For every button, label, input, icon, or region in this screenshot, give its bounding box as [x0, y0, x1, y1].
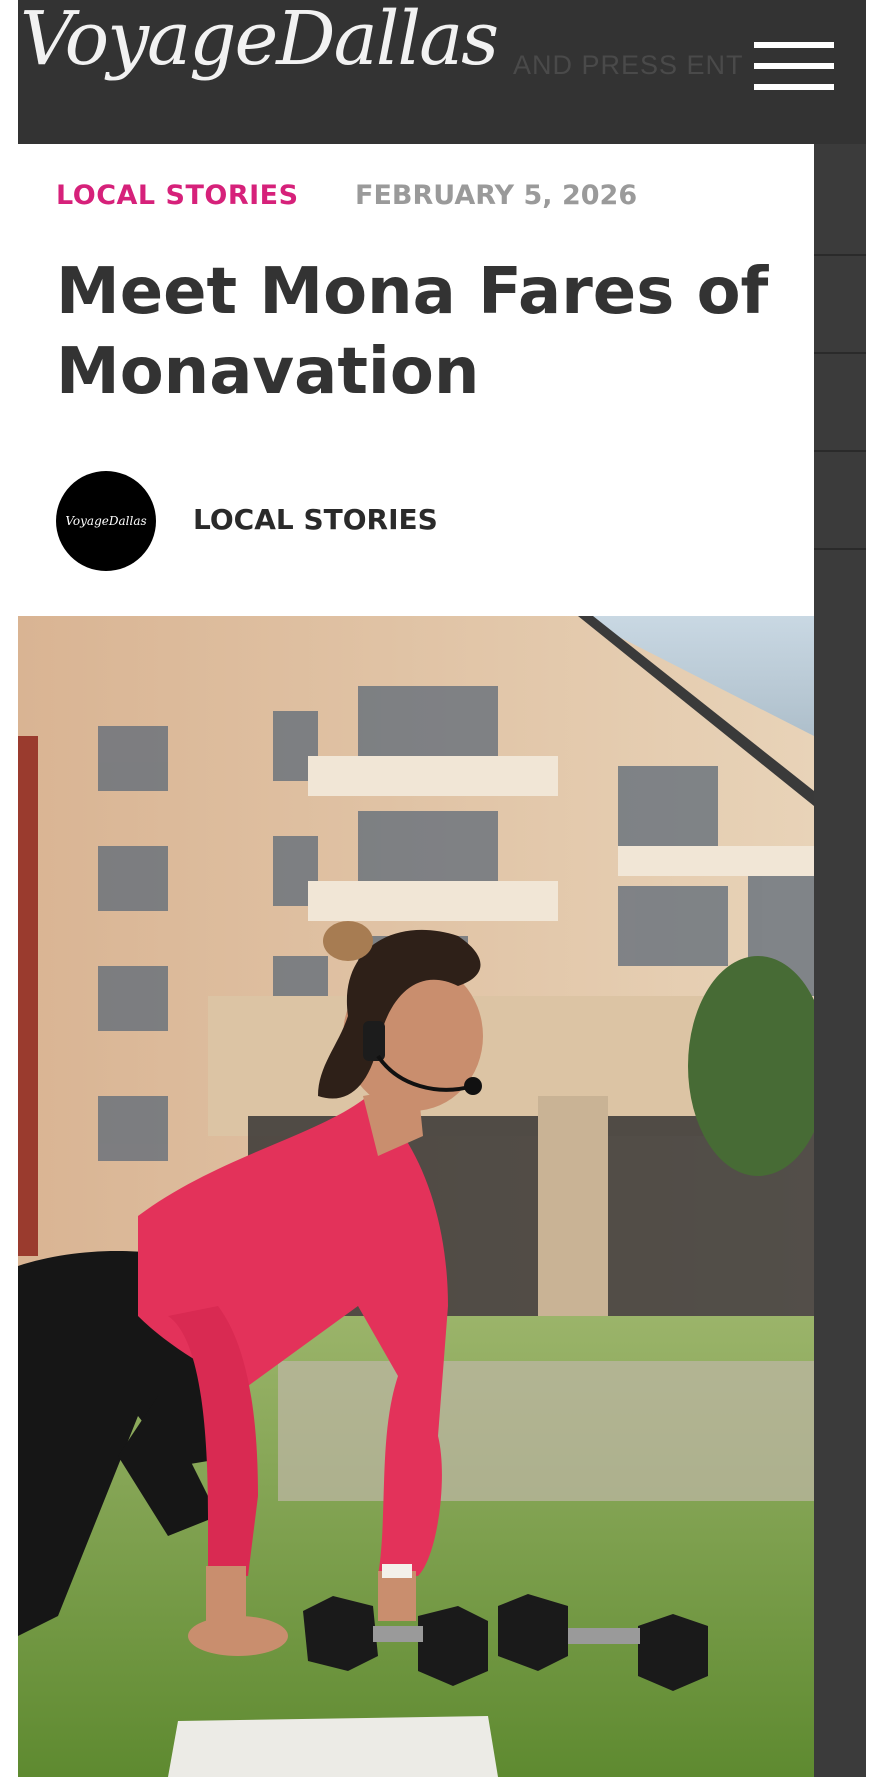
sidebar-divider: [814, 450, 866, 452]
menu-bar: [754, 63, 834, 69]
menu-bar: [754, 84, 834, 90]
header-ticker-text: AND PRESS ENT: [513, 50, 744, 80]
sidebar-divider: [814, 254, 866, 256]
site-header: VoyageDallas AND PRESS ENT: [18, 0, 866, 144]
hamburger-menu-icon[interactable]: [754, 42, 834, 96]
article-date: FEBRUARY 5, 2026: [355, 180, 638, 211]
author-category-link[interactable]: LOCAL STORIES: [193, 503, 438, 536]
article-hero-image: [18, 616, 814, 1777]
site-logo[interactable]: VoyageDallas: [20, 0, 499, 82]
author-avatar-logo: VoyageDallas: [65, 514, 147, 528]
author-avatar[interactable]: VoyageDallas: [56, 471, 156, 571]
hero-photo-illustration: [18, 616, 814, 1777]
right-sidebar-strip: [814, 144, 866, 1777]
article-header-card: LOCAL STORIES FEBRUARY 5, 2026 Meet Mona…: [18, 144, 814, 616]
page-gutter-left: [0, 0, 18, 1777]
sidebar-divider: [814, 548, 866, 550]
page-gutter-right: [866, 0, 885, 1777]
article-title: Meet Mona Fares of Monavation: [56, 255, 769, 409]
sidebar-divider: [814, 352, 866, 354]
menu-bar: [754, 42, 834, 48]
article-category-link[interactable]: LOCAL STORIES: [56, 180, 299, 211]
